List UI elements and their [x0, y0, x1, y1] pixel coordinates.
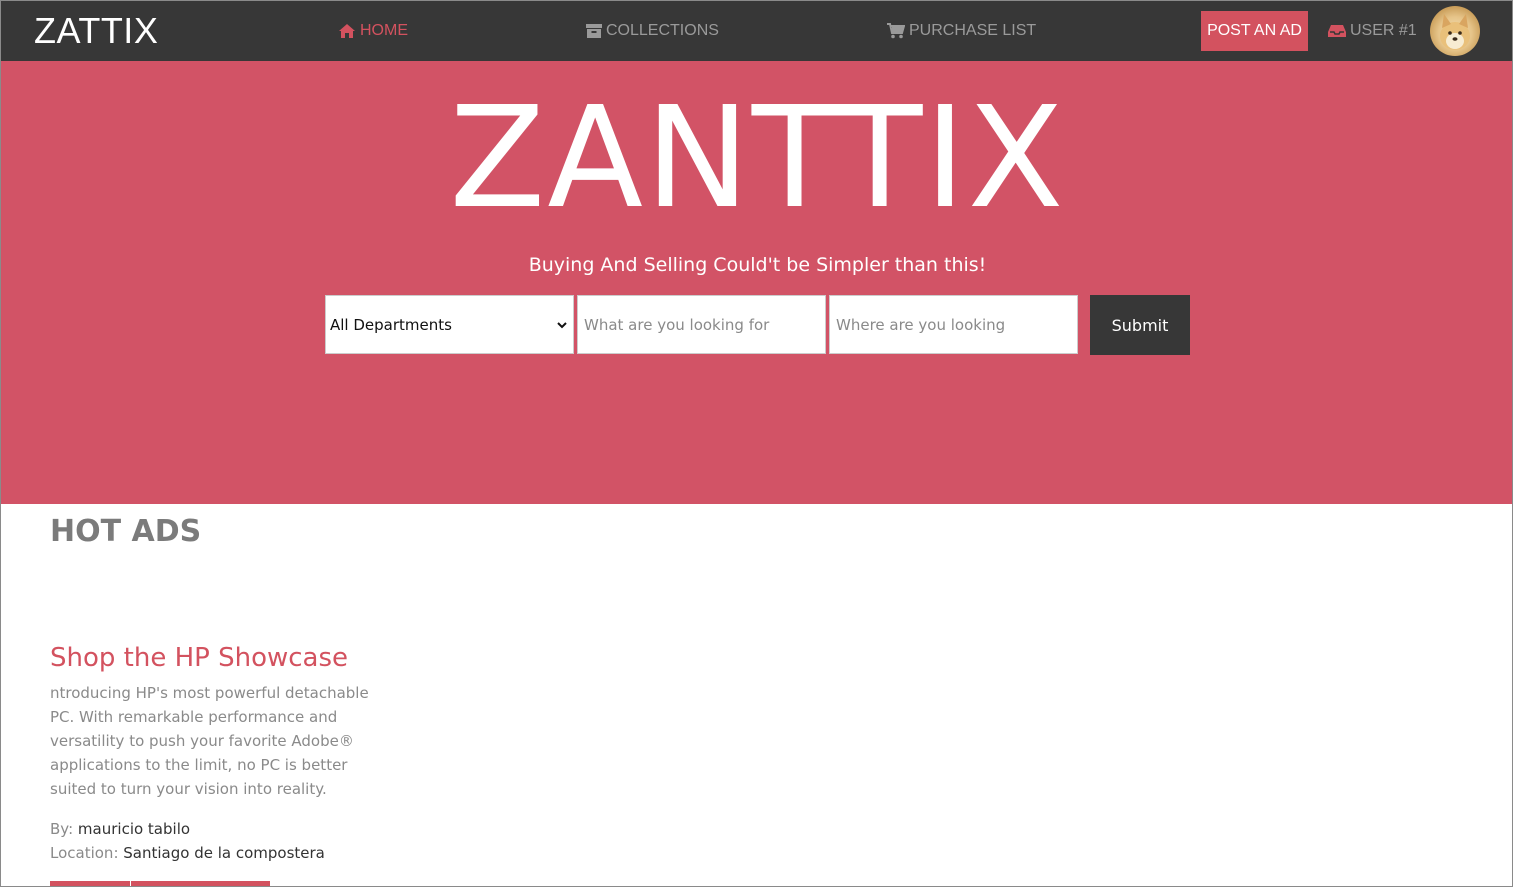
navbar: ZATTIX HOME COLLECTIONS PURCHASE LIST PO…: [1, 1, 1512, 61]
nav-home-label: HOME: [360, 22, 408, 39]
section-title: HOT ADS: [50, 514, 202, 549]
post-ad-button[interactable]: POST AN AD: [1201, 11, 1308, 51]
hero-banner: ZANTTIX Buying And Selling Could't be Si…: [1, 61, 1512, 504]
ad-author-value: mauricio tabilo: [77, 820, 191, 838]
nav-home-link[interactable]: HOME: [338, 21, 408, 41]
what-search-input[interactable]: What are you looking for: [577, 295, 826, 354]
hero-subtitle: Buying And Selling Could't be Simpler th…: [528, 254, 987, 276]
hero-title: ZANTTIX: [449, 77, 1066, 240]
inbox-icon: [1328, 25, 1346, 37]
nav-user-label: USER #1: [1350, 22, 1417, 39]
department-select[interactable]: All Departments: [325, 295, 574, 354]
department-select-value: All Departments: [330, 315, 452, 334]
ad-description: ntroducing HP's most powerful detachable…: [50, 684, 369, 798]
nav-purchase-list-label: PURCHASE LIST: [909, 22, 1037, 39]
where-search-input[interactable]: Where are you looking: [829, 295, 1078, 354]
nav-collections-link[interactable]: COLLECTIONS: [586, 21, 719, 41]
ad-author: By: mauricio tabilo: [50, 818, 190, 840]
cart-icon: [887, 23, 905, 39]
browser-window: ZATTIX HOME COLLECTIONS PURCHASE LIST PO…: [0, 0, 1513, 887]
ad-title-link[interactable]: Shop the HP Showcase: [50, 641, 348, 675]
ad-location-value: Santiago de la compostera: [123, 844, 325, 862]
archive-icon: [586, 24, 602, 38]
ad-location-label: Location:: [50, 844, 119, 862]
brand-logo[interactable]: ZATTIX: [34, 11, 158, 51]
home-icon: [339, 24, 355, 38]
avatar-dog-image: [1440, 14, 1470, 50]
ad-action-button-primary[interactable]: [50, 881, 130, 886]
ad-action-button-secondary[interactable]: [131, 881, 270, 886]
where-search-placeholder: Where are you looking: [836, 315, 1006, 334]
ad-author-label: By:: [50, 820, 74, 838]
nav-user-link[interactable]: USER #1: [1328, 21, 1417, 41]
nav-purchase-list-link[interactable]: PURCHASE LIST: [887, 21, 1036, 41]
chevron-down-icon: [557, 321, 567, 328]
submit-button[interactable]: Submit: [1090, 295, 1190, 355]
what-search-placeholder: What are you looking for: [584, 315, 770, 334]
ad-location: Location: Santiago de la compostera: [50, 842, 325, 864]
user-avatar[interactable]: [1430, 6, 1480, 56]
nav-collections-label: COLLECTIONS: [606, 22, 719, 39]
